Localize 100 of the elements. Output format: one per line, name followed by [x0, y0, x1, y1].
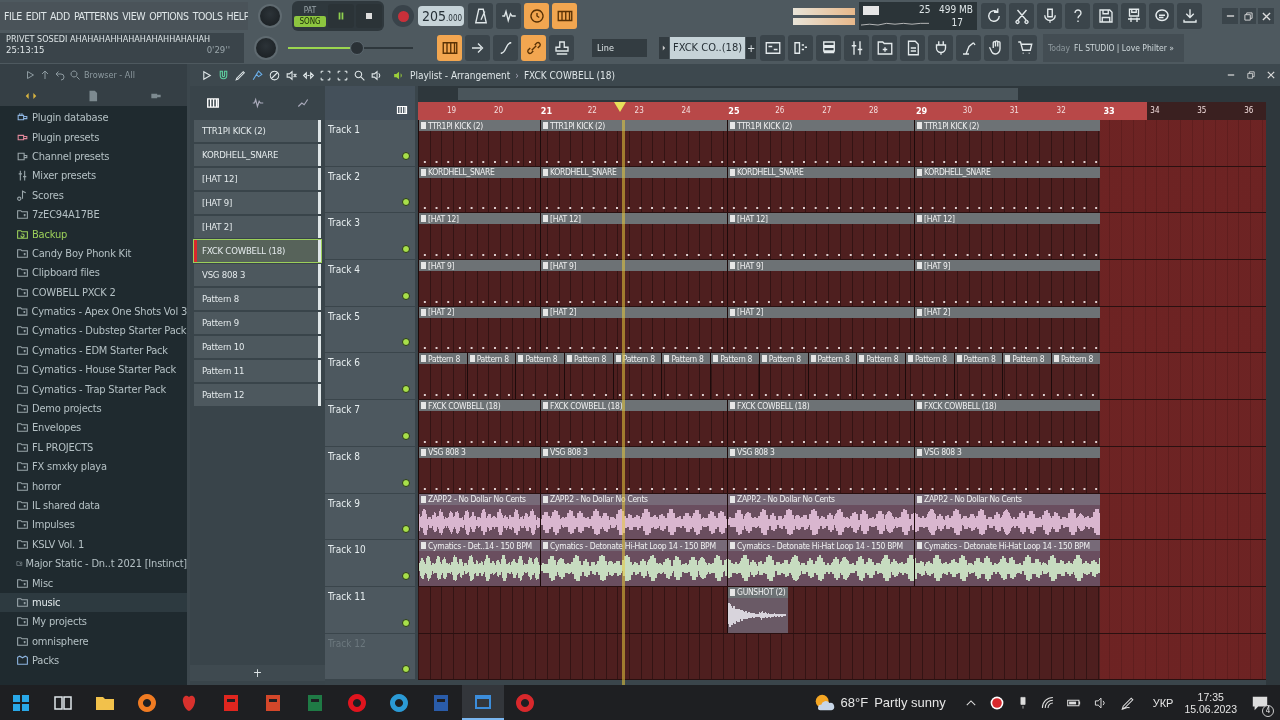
browser-item[interactable]: Impulses — [0, 515, 187, 535]
clip[interactable]: TTR1PI KICK (2) — [418, 120, 540, 166]
clip-header[interactable]: Pattern 8 — [662, 353, 711, 365]
clip-header[interactable]: VSG 808 3 — [419, 446, 540, 458]
pattern-item[interactable]: [HAT 12] — [194, 168, 321, 190]
playlist-pattern[interactable]: FXCK COWBELL (18) — [523, 69, 616, 81]
language-indicator[interactable]: УКР — [1152, 696, 1174, 709]
track-lane[interactable]: TTR1PI KICK (2) TTR1PI KICK (2) TTR1PI KICK (2) TTR1PI KICK (2) — [418, 120, 1266, 167]
clip-header[interactable]: [HAT 12] — [419, 213, 540, 225]
clip-header[interactable]: Pattern 8 — [613, 353, 662, 365]
tempo-display[interactable]: 205.000 — [418, 6, 464, 26]
clip-header[interactable]: Pattern 8 — [857, 353, 905, 365]
browser-item[interactable]: COWBELL PXCK 2 — [0, 282, 187, 302]
browser-item[interactable]: Plugin presets — [0, 127, 187, 147]
clip-header[interactable]: TTR1PI KICK (2) — [541, 120, 727, 131]
clip[interactable]: Pattern 8 — [710, 353, 759, 400]
pattern-item[interactable]: VSG 808 3 — [194, 264, 321, 286]
browser-item[interactable]: KSLV Vol. 1 — [0, 534, 187, 554]
pattern-item[interactable]: [HAT 9] — [194, 192, 321, 214]
clip-header[interactable]: [HAT 2] — [541, 306, 727, 318]
clip[interactable]: VSG 808 3 — [418, 446, 540, 493]
clip[interactable]: Cymatics - Det..14 - 150 BPM — [418, 540, 540, 586]
clip[interactable]: ZAPP.2 - No Dollar No Cents — [540, 493, 727, 540]
pattern-item[interactable]: Pattern 11 — [194, 360, 321, 382]
clip[interactable]: VSG 808 3 — [540, 446, 727, 493]
clip-header[interactable]: [HAT 9] — [915, 260, 1100, 272]
browser-item[interactable]: 7zEC94A17BE — [0, 204, 187, 225]
clip[interactable]: Pattern 8 — [1002, 353, 1051, 400]
clip-header[interactable]: ZAPP.2 - No Dollar No Cents — [728, 493, 914, 505]
clock[interactable]: 17:35 15.06.2023 — [1184, 690, 1237, 715]
clip-header[interactable]: [HAT 12] — [915, 213, 1100, 225]
clip-header[interactable]: GUNSHOT (2) — [728, 586, 788, 598]
clip[interactable]: Pattern 8 — [953, 353, 1003, 400]
clip[interactable]: VSG 808 3 — [727, 446, 914, 493]
clip[interactable]: [HAT 2] — [418, 306, 540, 353]
browser-item[interactable]: Packs — [0, 650, 187, 671]
clip[interactable]: Pattern 8 — [758, 353, 808, 400]
browser-item[interactable]: Scores — [0, 185, 187, 205]
track-header[interactable]: Track 9 — [325, 493, 415, 541]
clip[interactable]: Pattern 8 — [904, 353, 954, 400]
clip[interactable]: [HAT 9] — [914, 260, 1100, 306]
news-panel[interactable]: Today FL STUDIO | Love Philter » — [1043, 34, 1185, 62]
browser-item[interactable]: FL PROJECTS — [0, 437, 187, 458]
pattern-item[interactable]: FXCK COWBELL (18) — [194, 240, 321, 262]
pattern-item[interactable]: TTR1PI KICK (2) — [194, 120, 321, 142]
clip-header[interactable]: VSG 808 3 — [728, 446, 914, 458]
clip-header[interactable]: KORDHELL_SNARE — [419, 166, 540, 178]
clip[interactable]: TTR1PI KICK (2) — [727, 120, 914, 166]
clip[interactable]: FXCK COWBELL (18) — [540, 400, 727, 446]
clip[interactable]: ZAPP.2 - No Dollar No Cents — [727, 493, 914, 540]
clip[interactable]: Pattern 8 — [661, 353, 711, 400]
clip[interactable]: [HAT 12] — [727, 213, 914, 260]
browser-item[interactable]: IL shared data — [0, 495, 187, 516]
clip-header[interactable]: Cymatics - Det..14 - 150 BPM — [419, 540, 540, 552]
clip-header[interactable]: FXCK COWBELL (18) — [419, 400, 540, 412]
browser-item[interactable]: FX smxky playa — [0, 457, 187, 477]
menu-item[interactable]: ADD — [50, 10, 70, 22]
clip-header[interactable]: VSG 808 3 — [915, 446, 1100, 458]
clip[interactable]: [HAT 9] — [727, 260, 914, 306]
clip-header[interactable]: KORDHELL_SNARE — [728, 166, 914, 178]
clip[interactable]: Pattern 8 — [515, 353, 565, 400]
clip[interactable]: Pattern 8 — [466, 353, 516, 400]
clip-header[interactable]: Pattern 8 — [516, 353, 565, 365]
clip-header[interactable]: TTR1PI KICK (2) — [915, 120, 1100, 131]
browser-item[interactable]: Demo projects — [0, 398, 187, 419]
browser-item[interactable]: Cymatics - EDM Starter Pack — [0, 340, 187, 361]
track-header[interactable]: Track 5 — [325, 306, 415, 354]
track-lane[interactable]: ZAPP.2 - No Dollar No Cents ZAPP.2 - No Dollar No Cents ZAPP.2 - No Dollar No Cents ZAPP.2 - No Dollar No Cents — [418, 493, 1266, 541]
clip[interactable]: GUNSHOT (2) — [727, 586, 788, 633]
track-lane[interactable]: KORDHELL_SNARE KORDHELL_SNARE KORDHELL_SNARE KORDHELL_SNARE — [418, 166, 1266, 214]
clip[interactable]: [HAT 9] — [540, 260, 727, 306]
clip[interactable]: TTR1PI KICK (2) — [540, 120, 727, 166]
clip[interactable]: Cymatics - Detonate Hi-Hat Loop 14 - 150 BPM — [727, 540, 914, 586]
clip[interactable]: FXCK COWBELL (18) — [418, 400, 540, 446]
clip-header[interactable]: FXCK COWBELL (18) — [541, 400, 727, 412]
track-header[interactable]: Track 11 — [325, 586, 415, 634]
clip-header[interactable]: KORDHELL_SNARE — [541, 166, 727, 178]
clip-header[interactable]: [HAT 9] — [728, 260, 914, 272]
clip-header[interactable]: Cymatics - Detonate Hi-Hat Loop 14 - 150 BPM — [728, 540, 914, 552]
clip[interactable]: [HAT 12] — [914, 213, 1100, 260]
timeline-ruler[interactable]: 19 20 21 22 23 24 25 26 27 28 29 30 31 32 33 34 35 36 — [418, 102, 1266, 120]
clip[interactable]: [HAT 2] — [540, 306, 727, 353]
browser-item[interactable]: music — [0, 592, 187, 613]
clip[interactable]: [HAT 12] — [418, 213, 540, 260]
clip[interactable]: Pattern 8 — [418, 353, 467, 400]
browser-item[interactable]: horror — [0, 476, 187, 496]
clip[interactable]: VSG 808 3 — [914, 446, 1100, 493]
menu-item[interactable]: FILE — [4, 10, 22, 22]
track-lane[interactable]: [HAT 2] [HAT 2] [HAT 2] [HAT 2] — [418, 306, 1266, 354]
pattern-item[interactable]: Pattern 9 — [194, 312, 321, 334]
menu-item[interactable]: OPTIONS — [149, 10, 189, 22]
track-header[interactable]: Track 3 — [325, 213, 415, 261]
clip-header[interactable]: VSG 808 3 — [541, 446, 727, 458]
browser-item[interactable]: Cymatics - Apex One Shots Vol 3 — [0, 301, 187, 322]
clip-header[interactable]: Pattern 8 — [808, 353, 857, 365]
menu-item[interactable]: PATTERNS — [73, 10, 119, 22]
browser-item[interactable]: Cymatics - Dubstep Starter Pack — [0, 321, 187, 341]
track-header[interactable]: Track 10 — [325, 540, 415, 587]
clip-header[interactable]: [HAT 2] — [419, 306, 540, 318]
clip-header[interactable]: FXCK COWBELL (18) — [728, 400, 914, 412]
